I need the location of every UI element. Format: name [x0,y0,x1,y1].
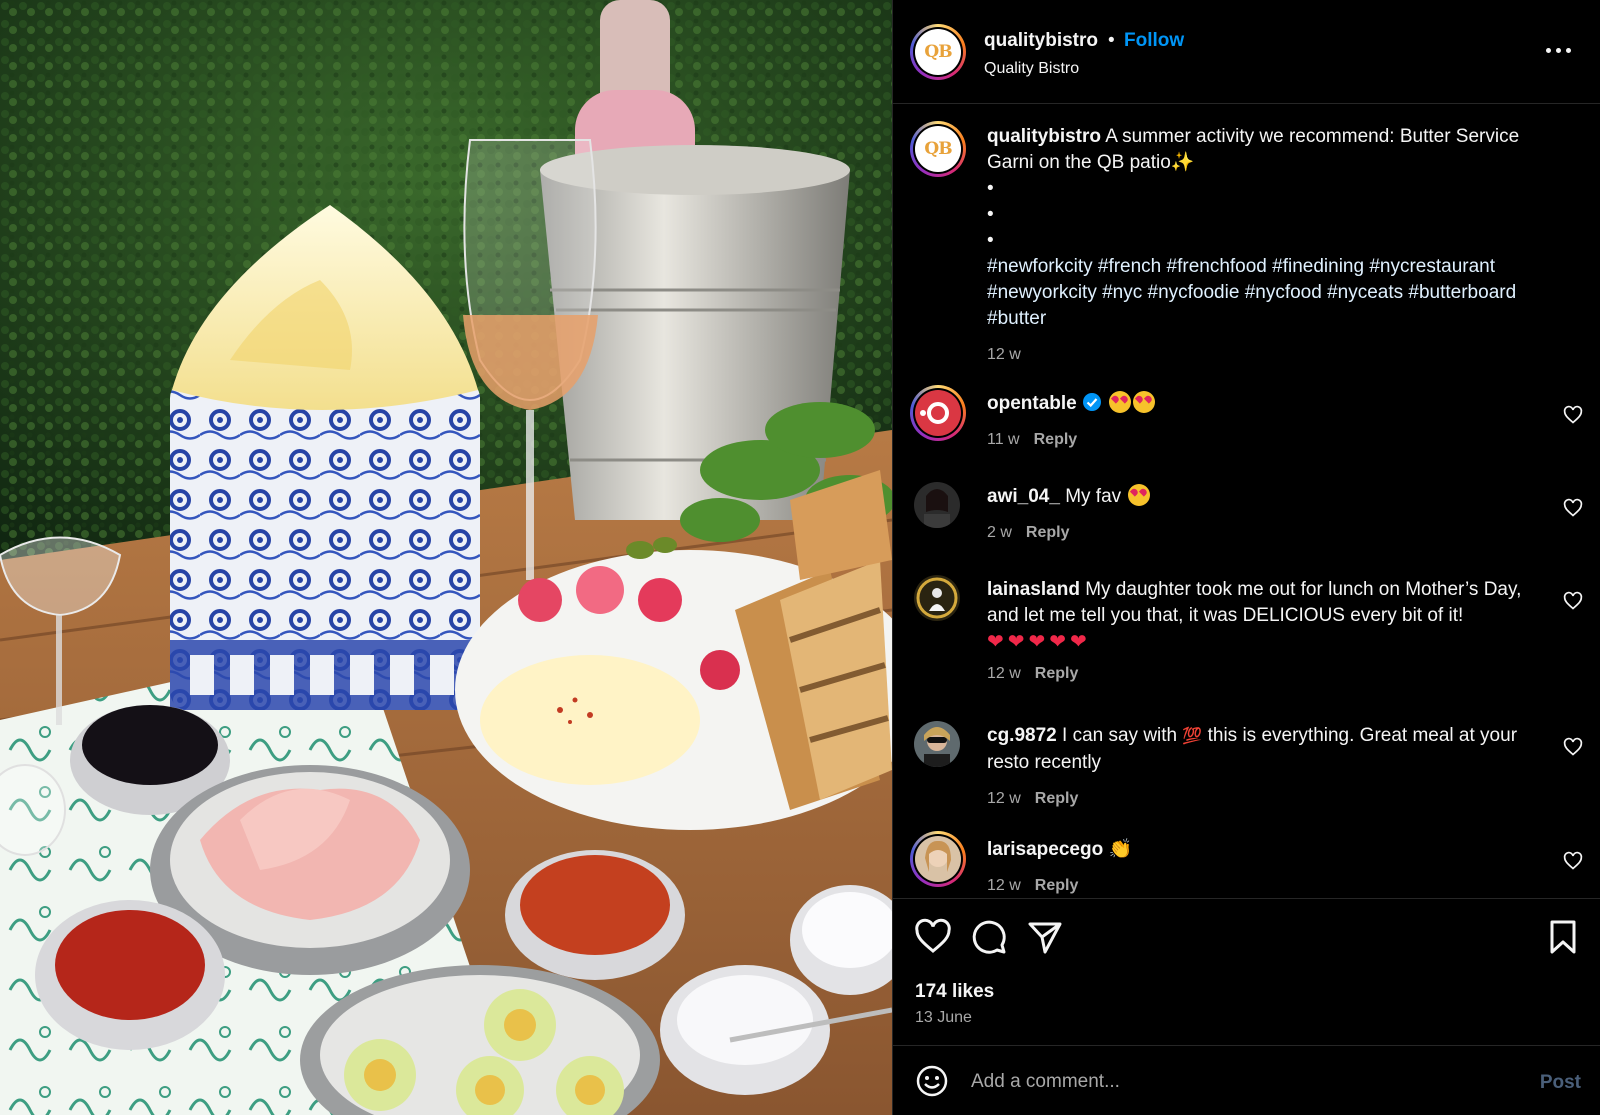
verified-badge-icon [1083,393,1102,411]
caption-bullet: • [987,178,994,199]
reply-button[interactable]: Reply [1035,877,1079,894]
post-photo[interactable] [0,0,892,1115]
like-comment-heart-icon[interactable] [1563,851,1583,871]
opentable-logo [915,390,961,436]
likes-count[interactable]: 174 likes [915,981,994,1003]
heart-eyes-emoji [1133,391,1156,413]
comment-time[interactable]: 12 w [987,877,1021,894]
post-actions: 174 likes 13 June Post [893,898,1600,1115]
clapping-emoji: 👏 [1108,839,1133,860]
heart-eyes-emoji [1128,484,1151,506]
save-bookmark-icon[interactable] [1543,917,1583,957]
like-comment-heart-icon[interactable] [1563,498,1583,518]
avatar[interactable]: QB [910,121,966,177]
food-photo-illustration [0,0,892,1115]
post-location[interactable]: Quality Bistro [984,60,1079,78]
comment-username[interactable]: cg.9872 [987,725,1057,746]
avatar[interactable] [910,831,966,887]
comment-username[interactable]: larisapecego [987,839,1103,860]
post-detail-panel: QB qualitybistro • Follow Quality Bistro… [892,0,1600,1115]
comment-text: I can say with [1062,725,1178,746]
comment-time[interactable]: 2 w [987,524,1012,541]
user-photo-icon [914,482,960,528]
post-comment-button[interactable]: Post [1540,1072,1581,1094]
reply-button[interactable]: Reply [1026,524,1070,541]
avatar[interactable] [914,482,960,528]
like-heart-icon[interactable] [913,917,953,957]
comment-time[interactable]: 11 w [987,431,1020,448]
caption-username[interactable]: qualitybistro [987,126,1101,147]
caption-time[interactable]: 12 w [987,346,1021,363]
qb-logo: QB [915,126,961,172]
user-photo-icon [915,836,961,882]
comment-time[interactable]: 12 w [987,665,1021,682]
more-options-icon[interactable] [1541,38,1575,62]
share-send-icon[interactable] [1025,917,1065,957]
reply-button[interactable]: Reply [1034,431,1078,448]
caption-bullet: • [987,230,994,251]
comment-composer: Post [893,1045,1600,1115]
qb-logo: QB [915,29,961,75]
heart-eyes-emoji [1109,391,1132,413]
comment-username[interactable]: lainasland [987,579,1080,600]
sparkles-emoji: ✨ [1170,152,1195,173]
follow-button[interactable]: Follow [1124,30,1184,52]
comment-username[interactable]: awi_04_ [987,486,1060,507]
comment-input[interactable] [971,1066,1491,1098]
post-username[interactable]: qualitybistro [984,30,1098,52]
avatar[interactable] [914,721,960,767]
avatar[interactable] [914,575,960,621]
user-photo-icon [914,721,960,767]
post-header: QB qualitybistro • Follow Quality Bistro [893,0,1600,104]
reply-button[interactable]: Reply [1035,665,1079,682]
comment-text: My fav [1065,486,1122,507]
post-date[interactable]: 13 June [915,1009,972,1027]
like-comment-heart-icon[interactable] [1563,591,1583,611]
caption-meta: 12 w [987,342,1541,368]
comment-bubble-icon[interactable] [969,917,1009,957]
red-hearts-emoji: ❤❤❤❤❤ [987,631,1091,653]
caption-hashtags[interactable]: #newforkcity #french #frenchfood #finedi… [987,256,1516,329]
comments-list[interactable]: QB qualitybistro A summer activity we re… [893,104,1600,898]
avatar[interactable] [910,385,966,441]
avatar[interactable]: QB [910,24,966,80]
hundred-emoji: 💯 [1182,728,1203,745]
reply-button[interactable]: Reply [1035,790,1079,807]
comment-time[interactable]: 12 w [987,790,1021,807]
caption-bullet: • [987,204,994,225]
like-comment-heart-icon[interactable] [1563,737,1583,757]
like-comment-heart-icon[interactable] [1563,405,1583,425]
user-photo-icon [914,575,960,621]
emoji-picker-icon[interactable] [915,1064,949,1098]
separator-dot: • [1108,30,1115,51]
comment-username[interactable]: opentable [987,393,1077,414]
